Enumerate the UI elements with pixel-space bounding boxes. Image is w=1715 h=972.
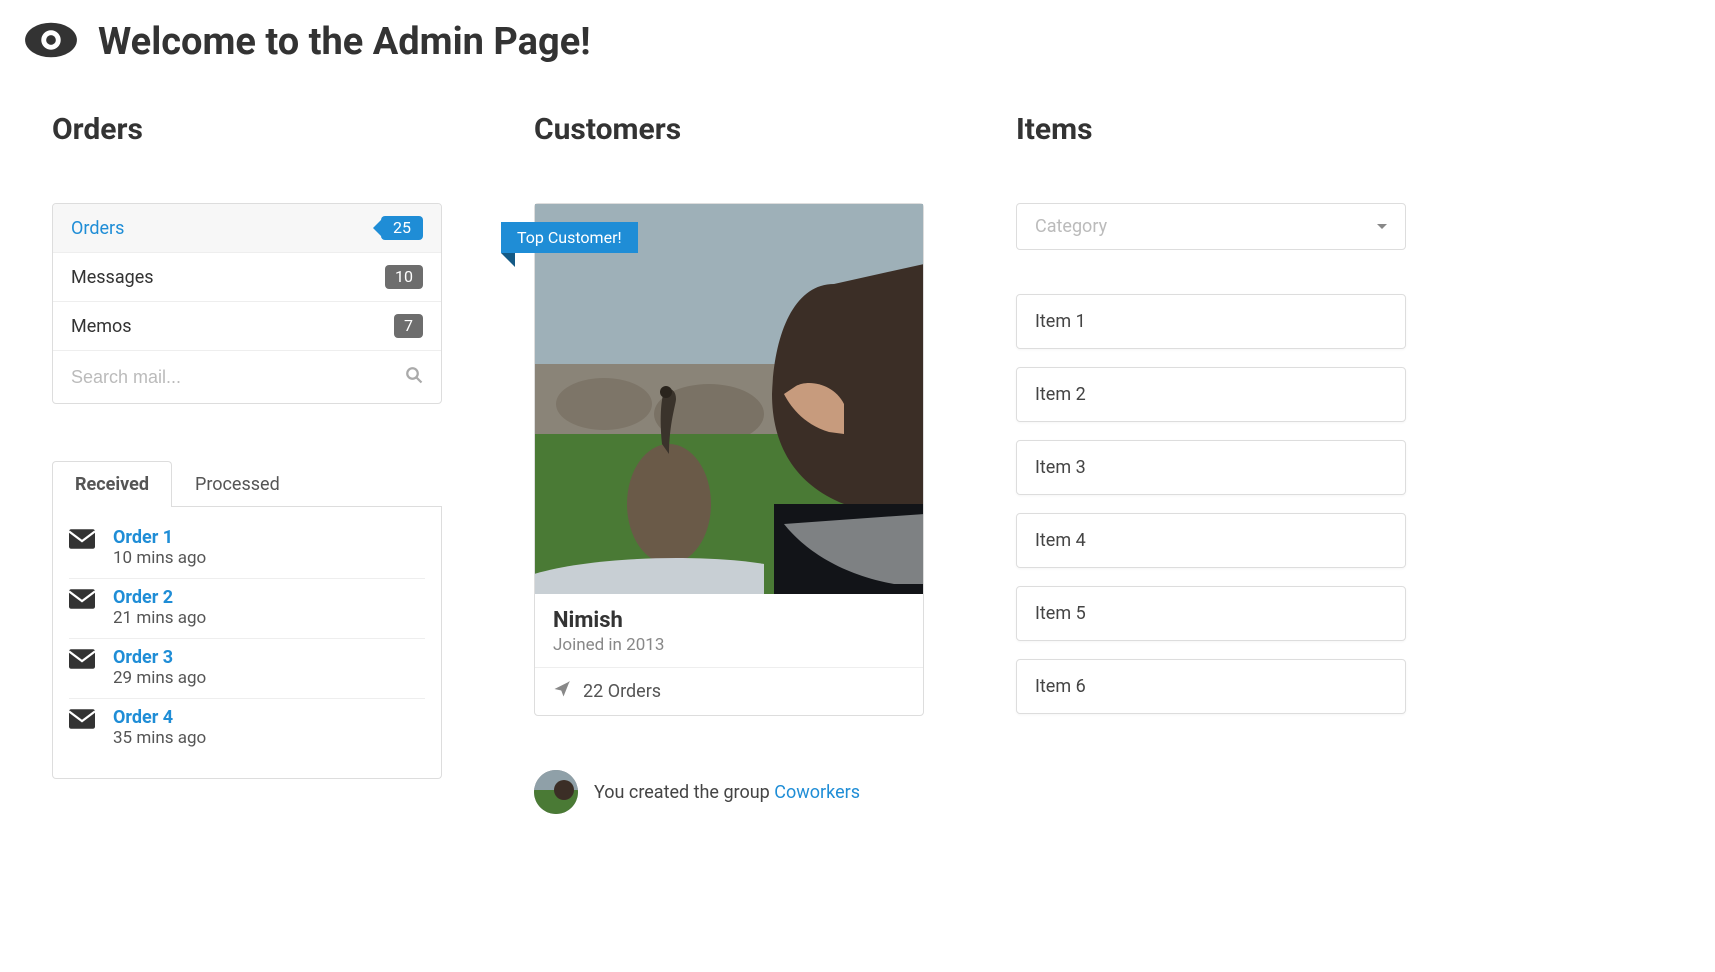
badge-count: 25 xyxy=(381,216,423,240)
item-card[interactable]: Item 1 xyxy=(1016,294,1406,349)
dropdown-placeholder: Category xyxy=(1035,216,1107,237)
order-title: Order 3 xyxy=(113,647,206,668)
badge-count: 10 xyxy=(385,265,423,289)
tab-received[interactable]: Received xyxy=(52,461,172,507)
top-customer-ribbon: Top Customer! xyxy=(501,222,638,253)
list-row-orders[interactable]: Orders 25 xyxy=(53,204,441,253)
item-card[interactable]: Item 3 xyxy=(1016,440,1406,495)
items-heading: Items xyxy=(1016,112,1496,147)
item-card[interactable]: Item 2 xyxy=(1016,367,1406,422)
orders-heading: Orders xyxy=(52,112,532,147)
order-title: Order 1 xyxy=(113,527,206,548)
order-row[interactable]: Order 2 21 mins ago xyxy=(69,579,425,639)
order-time: 29 mins ago xyxy=(113,668,206,688)
order-title: Order 4 xyxy=(113,707,206,728)
avatar xyxy=(534,770,578,814)
order-row[interactable]: Order 1 10 mins ago xyxy=(69,519,425,579)
tab-panel-received: Order 1 10 mins ago Order 2 21 mins ago xyxy=(52,507,442,779)
customer-orders-line: 22 Orders xyxy=(583,681,661,702)
activity-row: You created the group Coworkers xyxy=(534,770,1014,814)
paper-plane-icon xyxy=(553,680,571,703)
order-time: 10 mins ago xyxy=(113,548,206,568)
list-row-memos[interactable]: Memos 7 xyxy=(53,302,441,351)
order-row[interactable]: Order 3 29 mins ago xyxy=(69,639,425,699)
list-row-label: Orders xyxy=(71,218,124,239)
eye-icon xyxy=(24,21,78,63)
order-time: 35 mins ago xyxy=(113,728,206,748)
customer-photo xyxy=(535,204,923,594)
orders-tabs: Received Processed xyxy=(52,460,442,507)
list-row-label: Messages xyxy=(71,267,154,288)
tab-processed[interactable]: Processed xyxy=(172,461,303,507)
envelope-icon xyxy=(69,707,97,733)
list-row-messages[interactable]: Messages 10 xyxy=(53,253,441,302)
page-title: Welcome to the Admin Page! xyxy=(98,20,591,64)
order-time: 21 mins ago xyxy=(113,608,206,628)
activity-text: You created the group Coworkers xyxy=(594,782,860,803)
category-dropdown[interactable]: Category xyxy=(1016,203,1406,250)
search-input[interactable] xyxy=(71,367,405,388)
chevron-down-icon xyxy=(1377,224,1387,234)
envelope-icon xyxy=(69,587,97,613)
customers-heading: Customers xyxy=(534,112,1014,147)
activity-prefix: You created the group xyxy=(594,782,774,803)
search-icon[interactable] xyxy=(405,366,423,388)
customer-card[interactable]: Top Customer! xyxy=(534,203,924,716)
customer-name: Nimish xyxy=(553,608,905,633)
item-card[interactable]: Item 6 xyxy=(1016,659,1406,714)
customer-joined: Joined in 2013 xyxy=(553,635,905,655)
badge-count: 7 xyxy=(394,314,423,338)
page-header: Welcome to the Admin Page! xyxy=(24,20,1691,64)
envelope-icon xyxy=(69,527,97,553)
order-title: Order 2 xyxy=(113,587,206,608)
item-card[interactable]: Item 5 xyxy=(1016,586,1406,641)
envelope-icon xyxy=(69,647,97,673)
order-row[interactable]: Order 4 35 mins ago xyxy=(69,699,425,758)
list-row-label: Memos xyxy=(71,316,132,337)
orders-list-group: Orders 25 Messages 10 Memos 7 xyxy=(52,203,442,404)
item-card[interactable]: Item 4 xyxy=(1016,513,1406,568)
search-row xyxy=(53,351,441,403)
activity-link[interactable]: Coworkers xyxy=(774,782,860,803)
